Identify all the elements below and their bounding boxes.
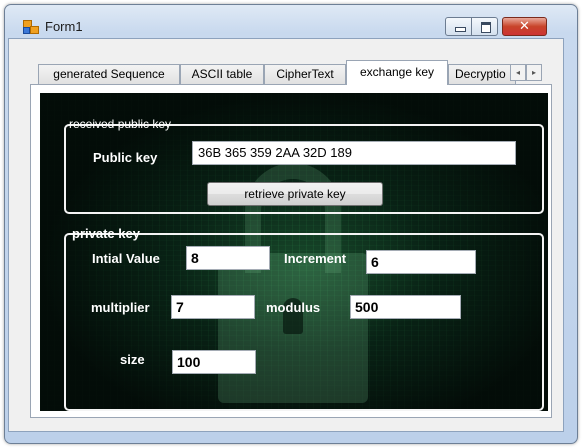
public-key-field[interactable]: 36B 365 359 2AA 32D 189 [192,141,516,165]
title-bar[interactable]: Form1 ✕ [5,5,577,36]
tab-scroll-right-icon[interactable]: ▸ [526,64,542,81]
app-icon [23,20,39,34]
tab-generated-sequence[interactable]: generated Sequence [38,64,180,84]
tab-decryption[interactable]: Decryptio [448,64,516,84]
maximize-button[interactable] [471,17,498,36]
minimize-button[interactable] [445,17,472,36]
received-public-key-legend: received public key [69,117,172,131]
multiplier-field[interactable]: 7 [171,295,255,319]
size-field[interactable]: 100 [172,350,256,374]
increment-field[interactable]: 6 [366,250,476,274]
private-key-legend: private key [72,226,140,241]
tab-exchange-key[interactable]: exchange key [346,60,448,85]
increment-label: Increment [284,251,347,266]
retrieve-private-key-button[interactable]: retrieve private key [207,182,383,206]
modulus-field[interactable]: 500 [350,295,461,319]
modulus-label: modulus [266,300,321,315]
close-button[interactable]: ✕ [502,17,547,36]
minimize-icon [455,27,466,32]
tab-scroll-buttons: ◂ ▸ [510,64,544,82]
initial-value-field[interactable]: 8 [186,246,270,270]
public-key-label: Public key [93,150,158,165]
size-label: size [120,352,145,367]
tab-ascii-table[interactable]: ASCII table [180,64,264,84]
multiplier-label: multiplier [91,300,150,315]
tab-scroll-left-icon[interactable]: ◂ [510,64,526,81]
tab-ciphertext[interactable]: CipherText [264,64,346,84]
close-icon: ✕ [519,19,530,34]
initial-value-label: Intial Value [92,251,160,266]
maximize-icon [481,22,491,33]
window-title: Form1 [45,19,83,34]
